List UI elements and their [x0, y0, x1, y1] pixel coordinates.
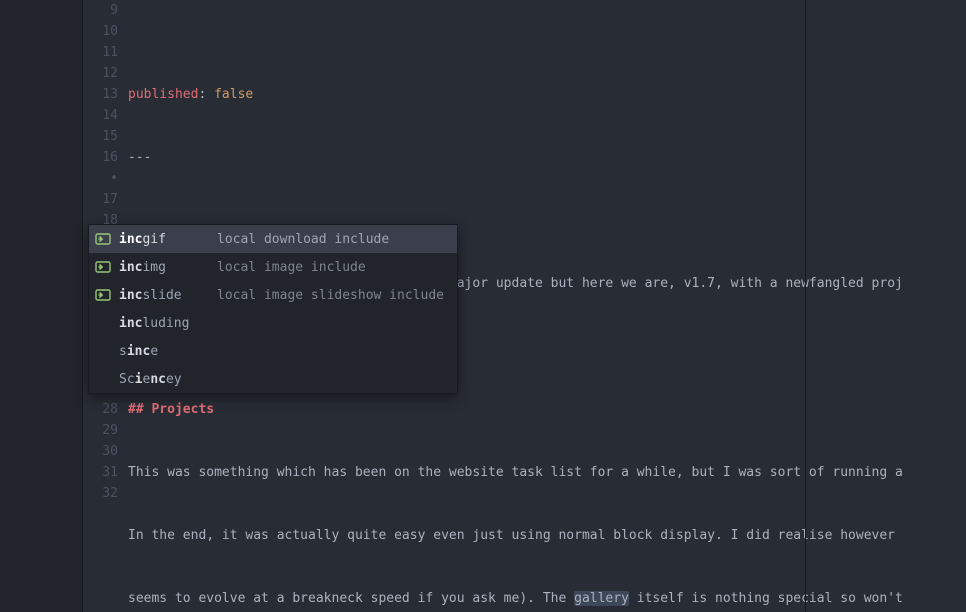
line-number: 11	[83, 42, 118, 63]
autocomplete-item-desc: local image slideshow include	[217, 285, 444, 306]
autocomplete-item[interactable]: incgiflocal download include	[89, 225, 457, 253]
autocomplete-item[interactable]: since	[89, 337, 457, 365]
autocomplete-item-label: Sciencey	[117, 369, 217, 390]
autocomplete-item-label: incimg	[117, 257, 217, 278]
line-number: 9	[83, 0, 118, 21]
line-number: 28	[83, 399, 118, 420]
line-number: 31	[83, 462, 118, 483]
autocomplete-item[interactable]: Sciencey	[89, 365, 457, 393]
line-number: 14	[83, 105, 118, 126]
wrap-indicator: •	[83, 168, 118, 189]
autocomplete-item[interactable]: incslidelocal image slideshow include	[89, 281, 457, 309]
code-line: This was something which has been on the…	[128, 462, 966, 483]
editor-group-divider	[805, 0, 806, 612]
snippet-icon	[89, 231, 117, 247]
code-line: seems to evolve at a breakneck speed if …	[128, 588, 966, 609]
autocomplete-item-label: incgif	[117, 229, 217, 250]
line-number: 16	[83, 147, 118, 168]
line-number: 10	[83, 21, 118, 42]
line-number: 32	[83, 483, 118, 504]
autocomplete-item-desc: local download include	[217, 229, 389, 250]
autocomplete-item[interactable]: including	[89, 309, 457, 337]
code-line: ---	[128, 147, 966, 168]
code-line: ## Projects	[128, 399, 966, 420]
line-number: 12	[83, 63, 118, 84]
code-line: In the end, it was actually quite easy e…	[128, 525, 966, 546]
autocomplete-item-label: including	[117, 313, 217, 334]
code-line: published: false	[128, 84, 966, 105]
line-number: 15	[83, 126, 118, 147]
line-number: 13	[83, 84, 118, 105]
snippet-icon	[89, 287, 117, 303]
line-number: 30	[83, 441, 118, 462]
autocomplete-item-label: since	[117, 341, 217, 362]
autocomplete-item[interactable]: incimglocal image include	[89, 253, 457, 281]
line-number: 29	[83, 420, 118, 441]
line-number: 17	[83, 189, 118, 210]
autocomplete-item-label: incslide	[117, 285, 217, 306]
autocomplete-popup[interactable]: incgiflocal download includeincimglocal …	[88, 224, 458, 394]
activity-bar	[0, 0, 83, 612]
autocomplete-item-desc: local image include	[217, 257, 366, 278]
snippet-icon	[89, 259, 117, 275]
